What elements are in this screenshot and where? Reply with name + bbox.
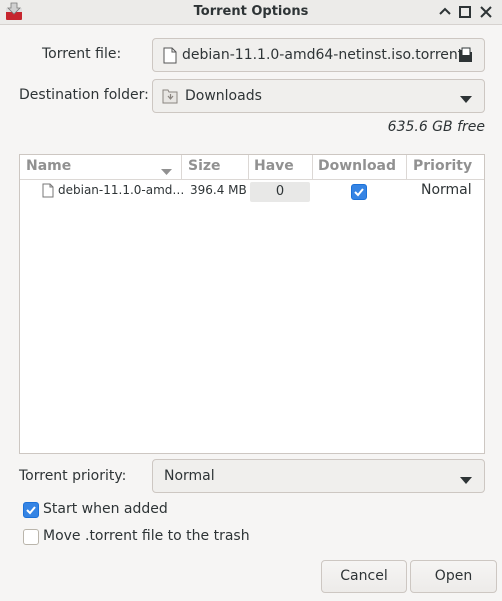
column-separator [181, 155, 182, 179]
column-separator [312, 155, 313, 179]
start-when-added-checkbox[interactable] [23, 502, 39, 518]
file-icon [42, 183, 54, 202]
torrent-file-chooser[interactable]: debian-11.1.0-amd64-netinst.iso.torrent [152, 38, 485, 72]
checkmark-icon [354, 188, 364, 197]
torrent-priority-combo[interactable]: Normal [152, 459, 485, 493]
file-priority-cell[interactable]: Normal [421, 182, 472, 198]
folder-icon [162, 88, 179, 108]
column-separator [406, 155, 407, 179]
maximize-icon[interactable] [456, 3, 474, 21]
destination-folder-label: Destination folder: [19, 87, 149, 103]
table-row[interactable]: debian-11.1.0-amd… 396.4 MB 0 Normal [20, 180, 484, 202]
column-header-size[interactable]: Size [188, 158, 221, 174]
column-separator [248, 155, 249, 179]
sort-descending-icon[interactable] [161, 164, 172, 180]
column-header-name[interactable]: Name [26, 158, 71, 174]
column-header-have[interactable]: Have [254, 158, 294, 174]
close-icon[interactable] [477, 3, 495, 21]
window-title: Torrent Options [193, 4, 309, 19]
torrent-file-label: Torrent file: [42, 46, 122, 62]
title-bar: Torrent Options [0, 0, 502, 25]
minimize-icon[interactable] [436, 3, 454, 21]
file-size-cell: 396.4 MB [190, 183, 247, 197]
file-list[interactable]: Name Size Have Download Priority debian-… [19, 154, 485, 454]
download-checkbox[interactable] [351, 184, 367, 200]
file-list-header: Name Size Have Download Priority [20, 155, 484, 180]
torrent-file-value: debian-11.1.0-amd64-netinst.iso.torrent [182, 47, 464, 63]
torrent-priority-label: Torrent priority: [19, 468, 127, 484]
destination-folder-combo[interactable]: Downloads [152, 79, 485, 113]
file-have-cell: 0 [250, 182, 310, 202]
open-file-icon[interactable] [458, 47, 475, 67]
move-to-trash-option[interactable]: Move .torrent file to the trash [23, 528, 263, 546]
torrent-priority-value: Normal [164, 468, 215, 484]
start-when-added-label: Start when added [43, 501, 168, 517]
column-header-download[interactable]: Download [318, 158, 396, 174]
column-header-priority[interactable]: Priority [413, 158, 472, 174]
chevron-down-icon[interactable] [460, 92, 472, 108]
chevron-down-icon[interactable] [460, 473, 472, 489]
file-icon [163, 47, 177, 68]
move-to-trash-checkbox[interactable] [23, 529, 39, 545]
destination-folder-value: Downloads [185, 88, 262, 104]
checkmark-icon [26, 506, 36, 515]
cancel-button[interactable]: Cancel [321, 560, 407, 593]
file-name-cell: debian-11.1.0-amd… [58, 183, 185, 197]
free-space-label: 635.6 GB free [387, 119, 485, 135]
start-when-added-option[interactable]: Start when added [23, 501, 183, 519]
move-to-trash-label: Move .torrent file to the trash [43, 528, 250, 544]
open-button[interactable]: Open [410, 560, 497, 593]
